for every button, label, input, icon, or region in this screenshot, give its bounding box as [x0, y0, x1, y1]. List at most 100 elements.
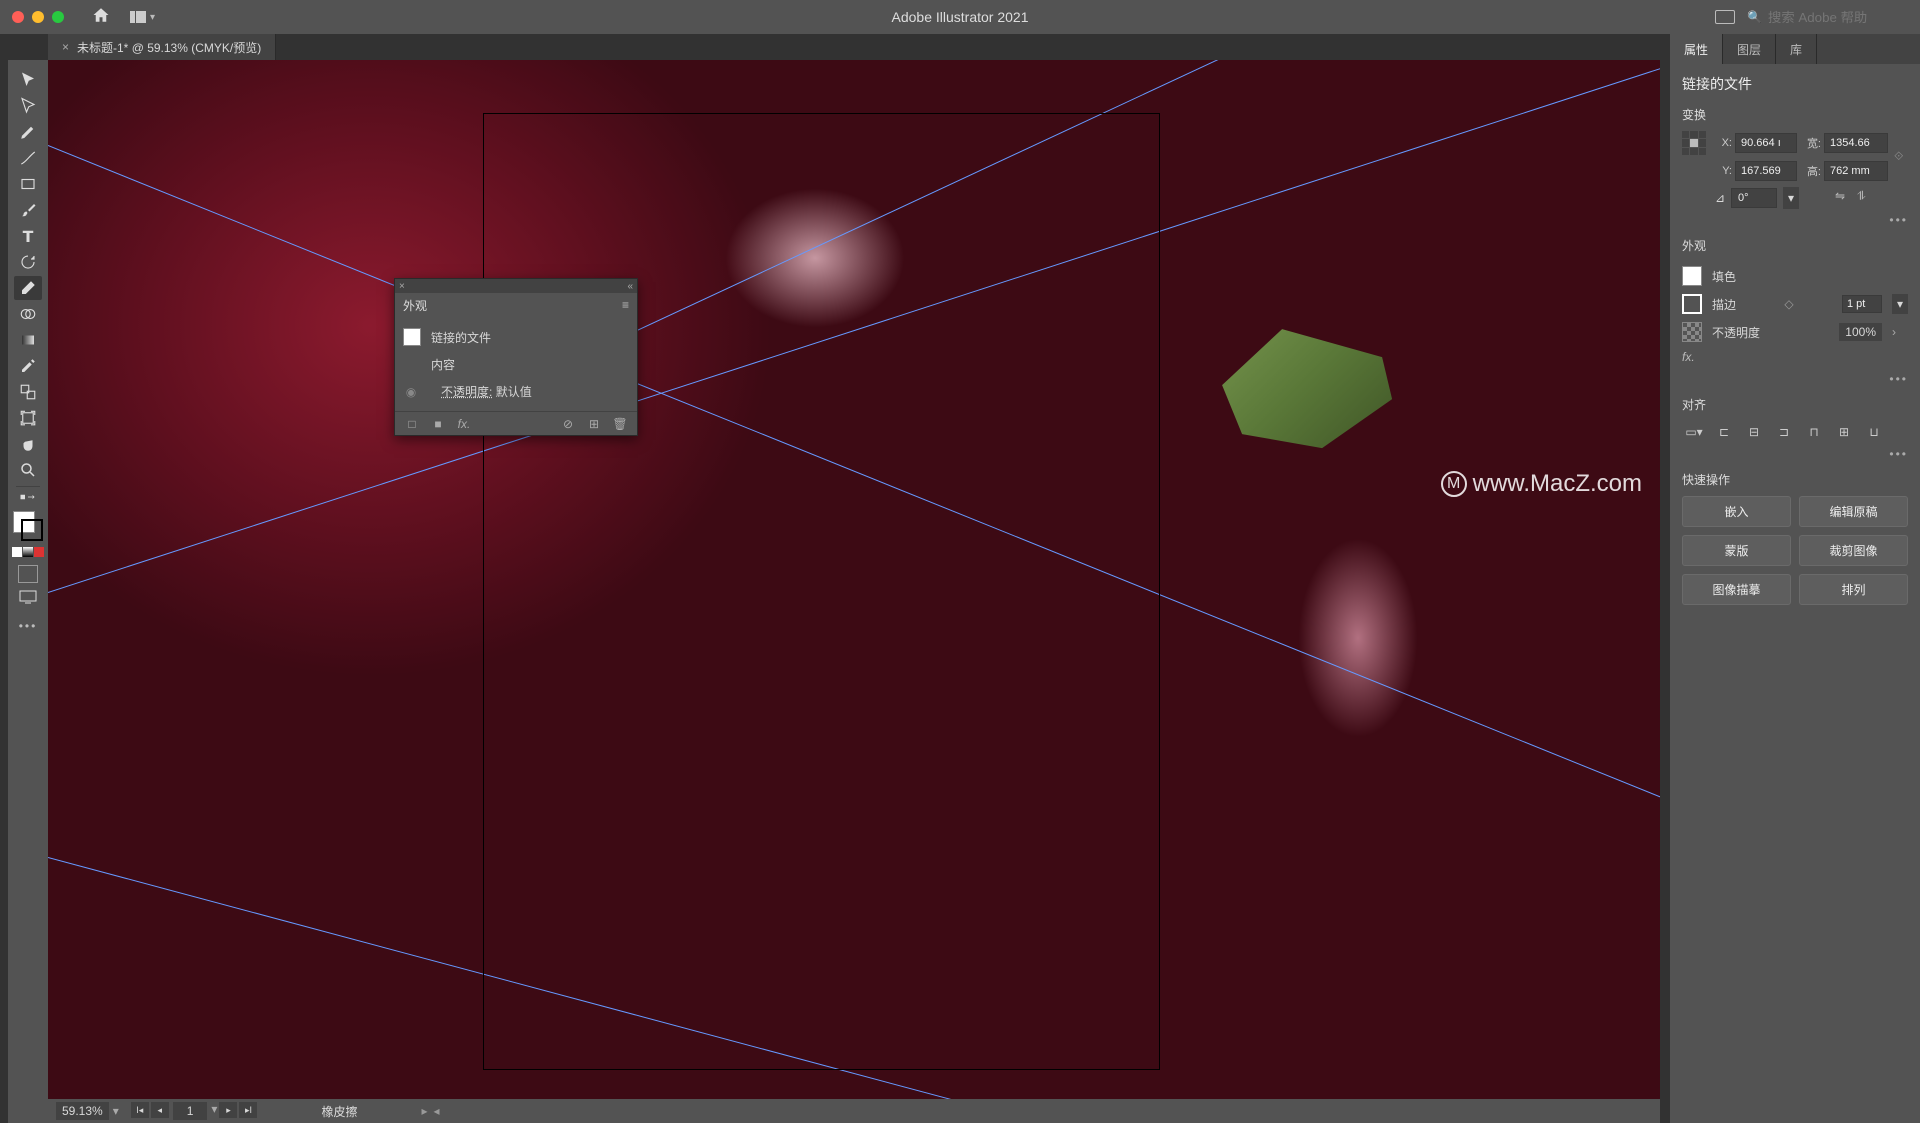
panel-close-icon[interactable]: ×: [399, 281, 405, 292]
linked-file-label: 链接的文件: [431, 329, 491, 346]
flip-horizontal-icon[interactable]: ⇋: [1835, 189, 1853, 207]
align-more-icon[interactable]: •••: [1682, 447, 1908, 461]
artboard-tool[interactable]: [14, 406, 42, 430]
angle-input[interactable]: [1731, 188, 1777, 208]
minimize-window-button[interactable]: [32, 11, 44, 23]
opacity-arrow-icon[interactable]: ›: [1892, 325, 1908, 339]
visibility-icon[interactable]: ◉: [403, 384, 419, 400]
align-vcenter-icon[interactable]: ⊞: [1832, 421, 1856, 443]
first-artboard-button[interactable]: I◂: [131, 1102, 149, 1118]
toolbar: •••: [8, 60, 48, 1123]
stroke-width-input[interactable]: [1842, 295, 1882, 313]
eyedropper-tool[interactable]: [14, 354, 42, 378]
artboard-dropdown-icon[interactable]: ▾: [211, 1102, 217, 1120]
maximize-window-button[interactable]: [52, 11, 64, 23]
curvature-tool[interactable]: [14, 146, 42, 170]
x-input[interactable]: [1735, 133, 1797, 153]
pen-tool[interactable]: [14, 120, 42, 144]
properties-panel: 属性 图层 库 链接的文件 变换 X: 宽: ⟐ Y: 高: ⊿ ▾: [1670, 34, 1920, 1123]
rectangle-tool[interactable]: [14, 172, 42, 196]
edit-original-button[interactable]: 编辑原稿: [1799, 496, 1908, 527]
delete-icon[interactable]: 🗑: [611, 415, 629, 433]
current-tool-label: 橡皮擦: [321, 1103, 357, 1120]
search-input[interactable]: [1768, 10, 1908, 25]
align-top-icon[interactable]: ⊓: [1802, 421, 1826, 443]
align-to-dropdown[interactable]: ▭▾: [1682, 421, 1706, 443]
prev-artboard-button[interactable]: ◂: [151, 1102, 169, 1118]
fill-color-swatch[interactable]: [1682, 266, 1702, 286]
search-box[interactable]: 🔍: [1747, 10, 1908, 25]
panel-tab-appearance[interactable]: 外观: [403, 297, 427, 314]
color-swatches[interactable]: [13, 511, 43, 541]
new-stroke-icon[interactable]: □: [403, 415, 421, 433]
opacity-swatch[interactable]: [1682, 322, 1702, 342]
last-artboard-button[interactable]: ▸I: [239, 1102, 257, 1118]
draw-mode-icon[interactable]: [14, 559, 42, 583]
shape-builder-tool[interactable]: [14, 302, 42, 326]
panel-collapse-icon[interactable]: «: [627, 281, 633, 292]
add-effect-icon[interactable]: fx.: [455, 415, 473, 433]
arrange-button[interactable]: 排列: [1799, 574, 1908, 605]
align-bottom-icon[interactable]: ⊔: [1862, 421, 1886, 443]
zoom-level[interactable]: 59.13%: [56, 1102, 109, 1120]
paintbrush-tool[interactable]: [14, 198, 42, 222]
workspace-switcher-icon[interactable]: [1715, 10, 1735, 24]
artboard-number[interactable]: 1: [173, 1102, 208, 1120]
tab-libraries[interactable]: 库: [1776, 34, 1817, 64]
embed-button[interactable]: 嵌入: [1682, 496, 1791, 527]
close-window-button[interactable]: [12, 11, 24, 23]
hand-tool[interactable]: [14, 432, 42, 456]
app-title: Adobe Illustrator 2021: [892, 9, 1029, 25]
close-tab-icon[interactable]: ×: [62, 40, 69, 54]
duplicate-icon[interactable]: ⊞: [585, 415, 603, 433]
y-input[interactable]: [1735, 161, 1797, 181]
transform-more-icon[interactable]: •••: [1682, 213, 1908, 227]
zoom-dropdown-icon[interactable]: ▾: [113, 1104, 119, 1118]
flip-vertical-icon[interactable]: ⥮: [1857, 189, 1875, 207]
reference-point-selector[interactable]: [1682, 131, 1706, 155]
arrange-documents-icon[interactable]: ▾: [130, 11, 155, 23]
eraser-tool[interactable]: [14, 276, 42, 300]
opacity-value-field[interactable]: 100%: [1839, 323, 1882, 341]
clear-appearance-icon[interactable]: ⊘: [559, 415, 577, 433]
quick-actions-label: 快速操作: [1682, 471, 1908, 488]
canvas[interactable]: × « 外观 ≡ 链接的文件 内容 ◉: [48, 60, 1660, 1123]
align-right-icon[interactable]: ⊐: [1772, 421, 1796, 443]
angle-dropdown-icon[interactable]: ▾: [1783, 187, 1799, 209]
panel-menu-icon[interactable]: ≡: [622, 298, 629, 312]
stroke-swatch[interactable]: [21, 519, 43, 541]
fx-button[interactable]: fx.: [1682, 346, 1908, 368]
status-arrow-right[interactable]: ▸: [421, 1104, 427, 1118]
home-icon[interactable]: [92, 6, 110, 29]
scale-tool[interactable]: [14, 380, 42, 404]
status-arrow-left[interactable]: ◂: [434, 1104, 440, 1118]
screen-mode-icon[interactable]: [14, 585, 42, 609]
direct-selection-tool[interactable]: [14, 94, 42, 118]
rotate-tool[interactable]: [14, 250, 42, 274]
gradient-tool[interactable]: [14, 328, 42, 352]
new-fill-icon[interactable]: ■: [429, 415, 447, 433]
selection-tool[interactable]: [14, 68, 42, 92]
image-trace-button[interactable]: 图像描摹: [1682, 574, 1791, 605]
align-left-icon[interactable]: ⊏: [1712, 421, 1736, 443]
zoom-tool[interactable]: [14, 458, 42, 482]
mask-button[interactable]: 蒙版: [1682, 535, 1791, 566]
type-tool[interactable]: [14, 224, 42, 248]
appearance-more-icon[interactable]: •••: [1682, 372, 1908, 386]
constrain-proportions-icon[interactable]: ⟐: [1894, 149, 1916, 164]
tab-layers[interactable]: 图层: [1723, 34, 1776, 64]
next-artboard-button[interactable]: ▸: [219, 1102, 237, 1118]
tab-properties[interactable]: 属性: [1670, 34, 1723, 64]
color-mode-icons[interactable]: [12, 547, 44, 557]
stroke-dropdown-icon[interactable]: ▾: [1892, 294, 1908, 314]
appearance-panel[interactable]: × « 外观 ≡ 链接的文件 内容 ◉: [394, 278, 638, 436]
height-input[interactable]: [1824, 161, 1888, 181]
opacity-label: 不透明度:: [441, 385, 492, 399]
edit-toolbar-icon[interactable]: •••: [19, 619, 38, 633]
width-input[interactable]: [1824, 133, 1888, 153]
fill-stroke-toggle[interactable]: [14, 491, 42, 503]
stroke-color-swatch[interactable]: [1682, 294, 1702, 314]
align-hcenter-icon[interactable]: ⊟: [1742, 421, 1766, 443]
document-tab[interactable]: × 未标题-1* @ 59.13% (CMYK/预览): [48, 34, 276, 60]
crop-image-button[interactable]: 裁剪图像: [1799, 535, 1908, 566]
